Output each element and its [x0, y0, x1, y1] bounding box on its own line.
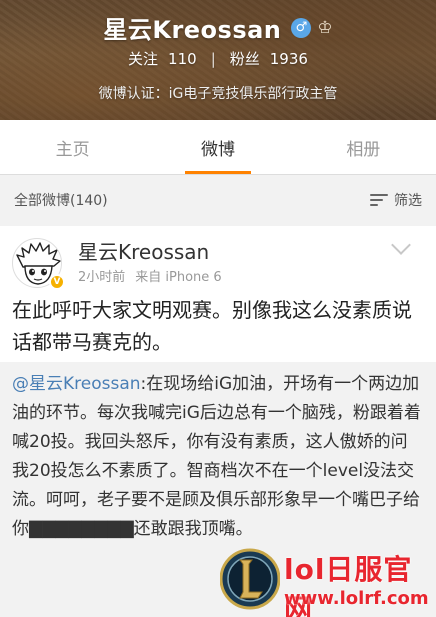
verification-text: 微博认证：iG电子竞技俱乐部行政主管 [98, 86, 338, 102]
repost-text: :在现场给iG加油，开场有一个两边加油的环节。每次我喊完iG后边总有一个脑残，粉… [12, 374, 421, 539]
crown-icon[interactable]: ♔ [317, 18, 332, 38]
all-weibo-count: 全部微博(140) [14, 193, 108, 209]
site-watermark: lol日服官网 www.lolrf.com [212, 544, 436, 617]
post-time: 2小时前 [78, 270, 126, 285]
post-text: 在此呼吁大家文明观赛。别像我这么没素质说话都带马赛克的。 [12, 298, 412, 354]
profile-name[interactable]: 星云Kreossan [103, 10, 281, 45]
following-label[interactable]: 关注 [128, 48, 158, 69]
chevron-down-icon[interactable] [391, 235, 411, 255]
filter-icon [370, 193, 388, 207]
filter-bar: 全部微博(140) 筛选 [0, 176, 436, 224]
profile-header: 星云Kreossan ♂ ♔ 关注 110 | 粉丝 1936 微博认证：iG电… [0, 0, 436, 120]
stats-separator: | [210, 49, 216, 68]
followers-label[interactable]: 粉丝 [230, 48, 260, 69]
post-author[interactable]: 星云Kreossan [78, 236, 209, 265]
verified-badge-icon: V [49, 274, 65, 290]
filter-button[interactable]: 筛选 [370, 190, 422, 210]
filter-label: 筛选 [394, 193, 422, 209]
followers-count[interactable]: 1936 [270, 50, 308, 68]
profile-stats: 关注 110 | 粉丝 1936 [0, 48, 436, 69]
following-count[interactable]: 110 [168, 50, 197, 68]
watermark-url: www.lolrf.com [284, 588, 429, 609]
profile-name-row: 星云Kreossan ♂ ♔ [0, 10, 436, 45]
tab-home[interactable]: 主页 [0, 120, 145, 174]
male-icon: ♂ [291, 17, 312, 38]
tab-weibo[interactable]: 微博 [145, 120, 290, 174]
post-meta: 2小时前 来自 iPhone 6 [78, 266, 222, 285]
repost-mention-link[interactable]: @星云Kreossan [12, 374, 141, 394]
lol-logo-icon [220, 548, 280, 610]
profile-tabs: 主页 微博 相册 [0, 120, 436, 175]
tab-album[interactable]: 相册 [291, 120, 436, 174]
post-source: 来自 iPhone 6 [135, 270, 222, 285]
